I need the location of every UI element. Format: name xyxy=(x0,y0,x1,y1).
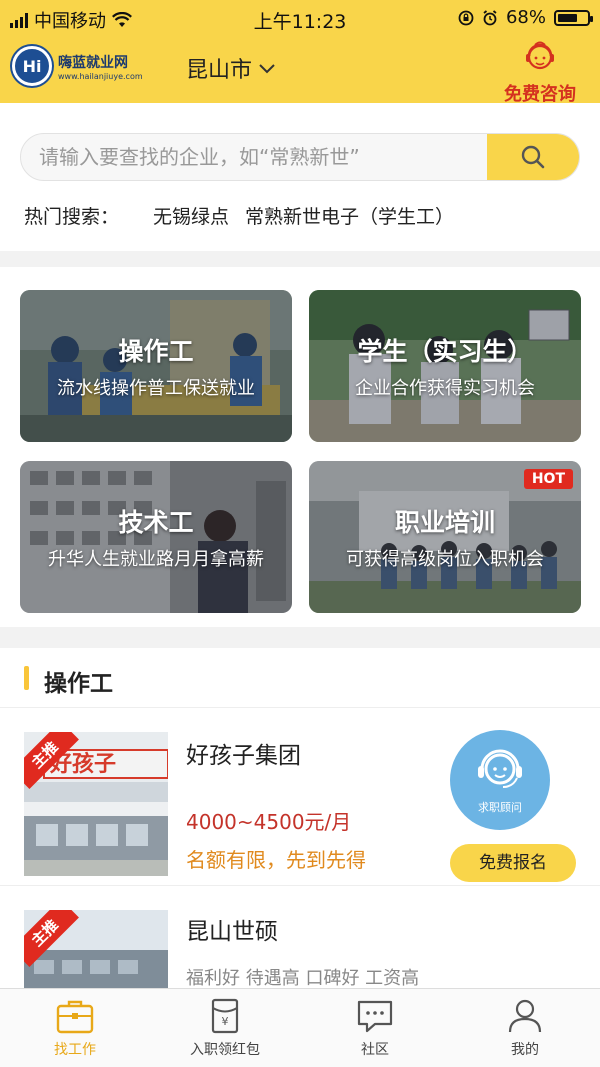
job-card[interactable]: 主推 昆山世硕 福利好 待遇高 口碑好 工资高 xyxy=(0,886,600,988)
battery-icon xyxy=(554,9,593,26)
battery-level xyxy=(558,13,577,22)
hot-search-term[interactable]: 无锡绿点 xyxy=(153,202,229,229)
category-grid: 操作工 流水线操作普工保送就业 学生（实习生） 企业合作获得实习机会 技术工 升… xyxy=(0,267,600,627)
section-accent-bar xyxy=(24,666,29,690)
tab-label: 找工作 xyxy=(54,1042,96,1058)
category-tile-student[interactable]: 学生（实习生） 企业合作获得实习机会 xyxy=(309,290,581,442)
tab-label: 社区 xyxy=(361,1042,389,1058)
category-subtitle: 企业合作获得实习机会 xyxy=(355,378,535,399)
job-advisor-button[interactable]: 求职顾问 xyxy=(450,730,550,830)
city-selector[interactable]: 昆山市 xyxy=(186,52,276,84)
hot-search-term[interactable]: 常熟新世电子（学生工） xyxy=(245,202,454,229)
tab-red-envelope[interactable]: ¥ 入职领红包 xyxy=(150,989,300,1067)
category-title: 操作工 xyxy=(118,337,194,366)
tab-mine[interactable]: 我的 xyxy=(450,989,600,1067)
tab-community[interactable]: 社区 xyxy=(300,989,450,1067)
search-icon xyxy=(521,145,545,169)
category-subtitle: 可获得高级岗位入职机会 xyxy=(346,549,544,570)
hot-search-label: 热门搜索： xyxy=(24,206,120,228)
apply-button[interactable]: 免费报名 xyxy=(450,844,576,882)
advisor-label: 求职顾问 xyxy=(478,801,522,814)
search-input[interactable] xyxy=(21,134,489,180)
section-header: 操作工 xyxy=(0,648,600,708)
site-logo[interactable]: Hi 嗨蓝就业网 www.hailanjiuye.com xyxy=(12,46,143,86)
tab-label: 我的 xyxy=(511,1042,539,1058)
category-title: 技术工 xyxy=(118,508,194,537)
headset-icon xyxy=(478,749,522,788)
search-section: 热门搜索： 无锡绿点 常熟新世电子（学生工） xyxy=(0,103,600,251)
category-tile-operator[interactable]: 操作工 流水线操作普工保送就业 xyxy=(20,290,292,442)
company-name: 昆山世硕 xyxy=(186,919,278,945)
category-subtitle: 升华人生就业路月月拿高薪 xyxy=(48,549,264,570)
battery-percent: 68% xyxy=(505,7,546,28)
company-image: 好孩子 主推 xyxy=(24,732,168,876)
tab-find-job[interactable]: 找工作 xyxy=(0,989,150,1067)
logo-url: www.hailanjiuye.com xyxy=(58,71,143,81)
chat-bubble-icon xyxy=(357,1000,393,1033)
status-bar: 中国移动 上午11:23 68% xyxy=(0,0,600,36)
hot-badge: HOT xyxy=(523,469,573,489)
category-subtitle: 流水线操作普工保送就业 xyxy=(57,378,255,399)
chevron-down-icon xyxy=(259,64,275,74)
category-tile-technician[interactable]: 技术工 升华人生就业路月月拿高薪 xyxy=(20,461,292,613)
logo-badge: Hi xyxy=(12,46,52,86)
search-button[interactable] xyxy=(487,134,579,180)
free-consult-button[interactable]: 免费咨询 xyxy=(494,38,586,106)
red-envelope-icon: ¥ xyxy=(211,998,239,1034)
person-icon xyxy=(508,999,542,1033)
orientation-lock-icon xyxy=(458,10,474,25)
job-card[interactable]: 好孩子 主推 好孩子集团 4000~4500元/月 名额有限，先到先得 求职顾问… xyxy=(0,708,600,886)
city-label: 昆山市 xyxy=(186,58,253,83)
bottom-tab-bar: 找工作 ¥ 入职领红包 社区 我的 xyxy=(0,988,600,1067)
alarm-icon xyxy=(483,9,497,25)
job-list: 操作工 好孩子 主推 好孩子集团 4000~4500元/月 名额有限，先到先得 xyxy=(0,648,600,988)
top-header: 中国移动 上午11:23 68% Hi 嗨蓝就业网 www.hailanjiuy… xyxy=(0,0,600,106)
search-bar xyxy=(20,133,580,181)
svg-text:¥: ¥ xyxy=(222,1015,229,1028)
customer-service-icon xyxy=(526,41,554,70)
job-tags: 福利好 待遇高 口碑好 工资高 xyxy=(186,968,420,988)
category-title: 职业培训 xyxy=(394,508,495,537)
category-title: 学生（实习生） xyxy=(357,337,533,366)
company-name: 好孩子集团 xyxy=(186,743,301,769)
company-image: 主推 xyxy=(24,910,168,988)
salary: 4000~4500元/月 xyxy=(186,810,352,834)
job-note: 名额有限，先到先得 xyxy=(186,848,366,872)
section-title: 操作工 xyxy=(44,671,113,697)
briefcase-icon xyxy=(56,1000,94,1034)
hot-searches: 热门搜索： 无锡绿点 常熟新世电子（学生工） xyxy=(24,202,454,229)
category-tile-training[interactable]: HOT 职业培训 可获得高级岗位入职机会 xyxy=(309,461,581,613)
tab-label: 入职领红包 xyxy=(190,1042,260,1058)
status-right: 68% xyxy=(458,7,593,28)
logo-name: 嗨蓝就业网 xyxy=(58,54,128,71)
